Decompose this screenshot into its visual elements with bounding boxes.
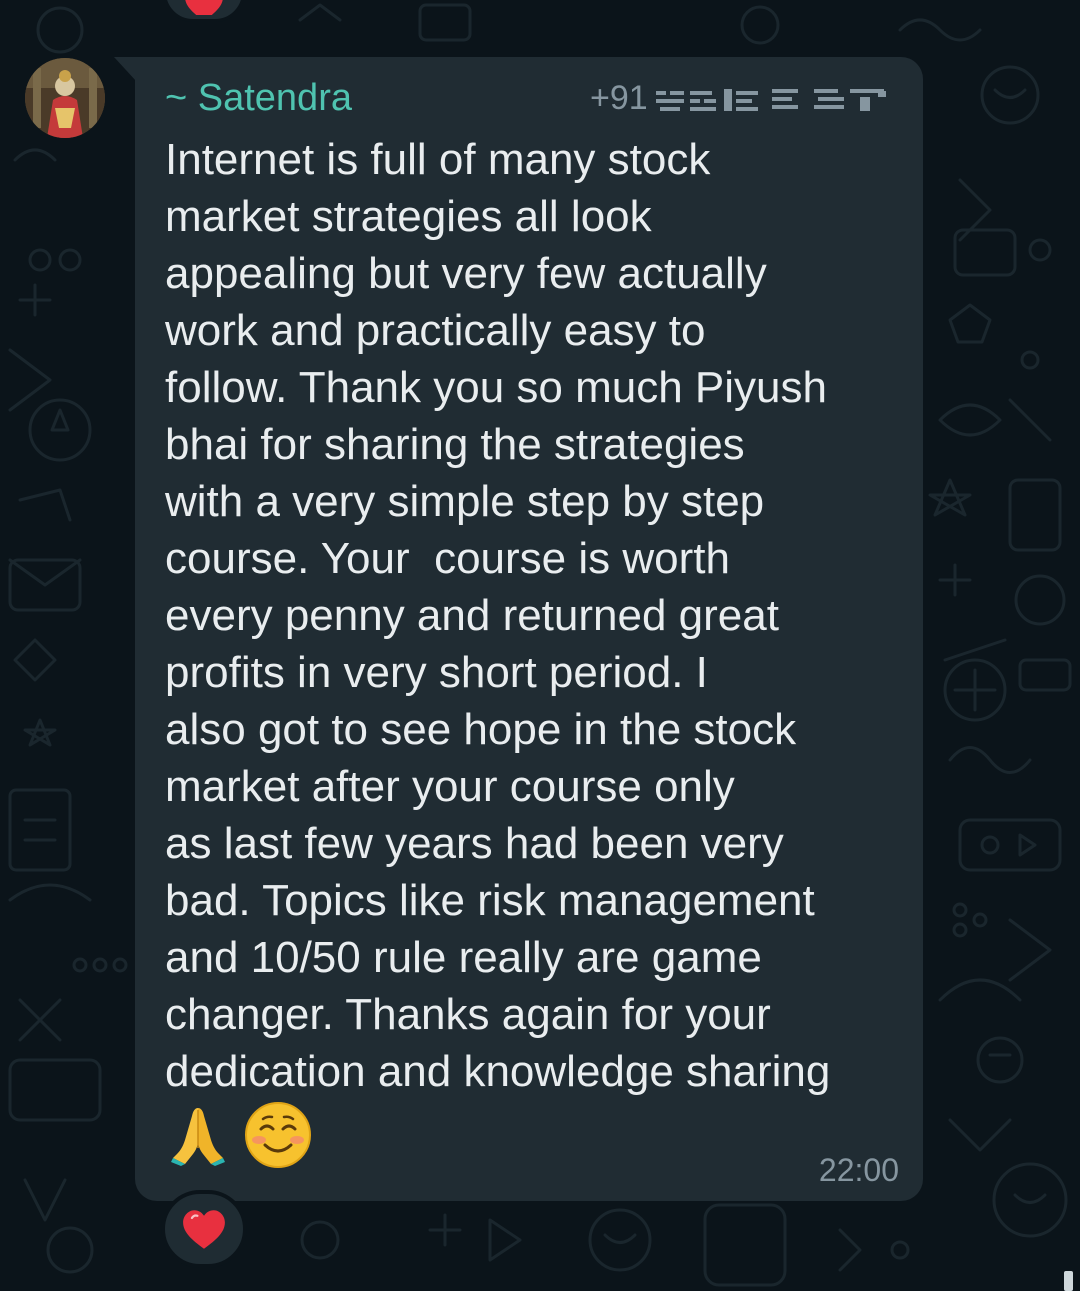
message-line: Internet is full of many stock — [165, 135, 711, 184]
message-timestamp: 22:00 — [818, 1152, 899, 1188]
message-line: work and practically easy to — [165, 306, 706, 355]
message-bubble[interactable]: ~ Satendra +91 Internet is full of many … — [135, 57, 923, 1201]
message-line: profits in very short period. I — [165, 648, 708, 697]
message-reaction[interactable] — [161, 1190, 247, 1268]
smiling-face-icon — [245, 1102, 311, 1168]
message-text[interactable]: Internet is full of many stock market st… — [165, 131, 905, 1100]
message-line: dedication and knowledge sharing — [165, 1047, 831, 1096]
message-line: market strategies all look — [165, 192, 652, 241]
message-line: also got to see hope in the stock — [165, 705, 797, 754]
bubble-tail — [114, 57, 136, 81]
sender-name[interactable]: ~ Satendra — [165, 77, 352, 119]
message-line: appealing but very few actually — [165, 249, 767, 298]
message-line: with a very simple step by step — [165, 477, 765, 526]
avatar-image — [25, 58, 105, 138]
emoji-row — [171, 1102, 311, 1168]
phone-number-redacted — [654, 83, 890, 113]
message-line: bhai for sharing the strategies — [165, 420, 745, 469]
scrollbar-thumb[interactable] — [1064, 1271, 1073, 1291]
phone-prefix: +91 — [590, 79, 648, 117]
message-line: and 10/50 rule really are game — [165, 933, 762, 982]
message-line: market after your course only — [165, 762, 735, 811]
message-line: every penny and returned great — [165, 591, 779, 640]
message-line: as last few years had been very — [165, 819, 784, 868]
message-line: follow. Thank you so much Piyush — [165, 363, 827, 412]
heart-icon — [183, 1210, 225, 1249]
message-line: bad. Topics like risk management — [165, 876, 815, 925]
sender-phone: +91 — [590, 77, 890, 119]
folded-hands-icon — [171, 1108, 225, 1166]
sender-avatar[interactable] — [25, 58, 105, 138]
message-line: course. Your course is worth — [165, 534, 730, 583]
message-line: changer. Thanks again for your — [165, 990, 771, 1039]
redaction-mask — [655, 89, 886, 111]
heart-icon — [185, 0, 223, 15]
